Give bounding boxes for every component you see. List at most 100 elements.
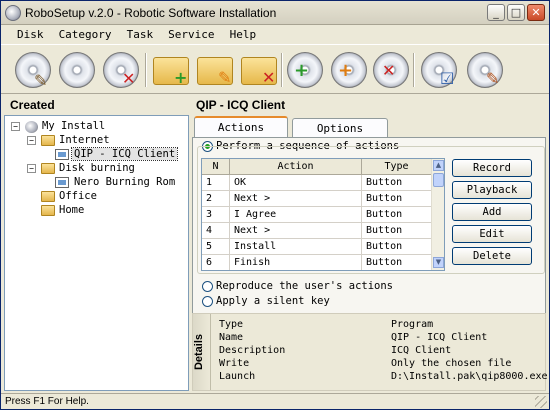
menu-disk[interactable]: Disk — [17, 25, 44, 41]
menu-task[interactable]: Task — [127, 25, 154, 41]
table-row[interactable]: 4 Next > Button — [202, 223, 432, 239]
task-tabs: Actions Options — [192, 116, 546, 138]
details-key: Type — [219, 319, 244, 330]
tree-item-internet[interactable]: − Internet — [27, 134, 177, 148]
cell-n: 5 — [202, 239, 230, 255]
tree-item-office[interactable]: Office — [41, 190, 161, 204]
table-scrollbar[interactable]: ▲ ▼ — [431, 159, 444, 270]
details-side-tab[interactable]: Details — [193, 314, 211, 390]
window-title: RoboSetup v.2.0 - Robotic Software Insta… — [25, 6, 277, 20]
actions-table[interactable]: N Action Type 1 OK Button 2 Next > Butto… — [201, 158, 445, 271]
tree-item-qip[interactable]: QIP - ICQ Client — [55, 147, 185, 162]
playback-button[interactable]: Playback — [452, 181, 532, 199]
cell-n: 1 — [202, 175, 230, 191]
category-add-icon[interactable]: + — [153, 57, 189, 86]
minimize-icon: _ — [493, 6, 499, 19]
folder-icon — [41, 191, 55, 202]
created-header: Created — [4, 95, 189, 115]
table-row[interactable]: 3 I Agree Button — [202, 207, 432, 223]
radio-silent-key[interactable] — [202, 296, 213, 307]
tab-actions[interactable]: Actions — [194, 116, 288, 138]
scroll-down-icon[interactable]: ▼ — [433, 257, 444, 268]
close-button[interactable]: ✕ — [527, 4, 545, 21]
category-edit-icon[interactable]: ✎ — [197, 57, 233, 86]
add-button[interactable]: Add — [452, 203, 532, 221]
disk-icon — [25, 121, 38, 133]
maximize-icon: □ — [510, 6, 522, 19]
tree-item-disk-burning[interactable]: − Disk burning — [27, 162, 177, 176]
column-header-action[interactable]: Action — [230, 159, 362, 175]
details-key: Write — [219, 358, 250, 369]
details-key: Name — [219, 332, 244, 343]
cell-type: Button — [362, 191, 432, 207]
folder-icon — [41, 205, 55, 216]
radio-reproduce-actions[interactable] — [202, 281, 213, 292]
menu-help[interactable]: Help — [230, 25, 257, 41]
cell-type: Button — [362, 239, 432, 255]
cell-action: Next > — [230, 191, 362, 207]
app-window: RoboSetup v.2.0 - Robotic Software Insta… — [0, 0, 550, 410]
disk-record-icon[interactable]: ✎ — [467, 52, 503, 88]
disk-test-icon[interactable]: ☑ — [421, 52, 457, 88]
details-value: Program — [391, 319, 434, 330]
task-header: QIP - ICQ Client — [196, 98, 286, 112]
cell-action: Install — [230, 239, 362, 255]
cell-n: 6 — [202, 255, 230, 270]
cell-action: Next > — [230, 223, 362, 239]
install-tree[interactable]: − My Install − Internet QIP - ICQ Client… — [4, 115, 189, 391]
column-header-type[interactable]: Type — [362, 159, 432, 175]
delete-button[interactable]: Delete — [452, 247, 532, 265]
cell-action: Finish — [230, 255, 362, 270]
menu-bar: Disk Category Task Service Help — [1, 25, 549, 44]
program-icon — [55, 177, 69, 188]
task-delete-icon[interactable]: ✕ — [373, 52, 409, 88]
cell-type: Button — [362, 175, 432, 191]
toolbar-separator — [413, 53, 415, 87]
details-value: Only the chosen file — [391, 358, 512, 369]
resize-grip-icon[interactable] — [535, 396, 547, 408]
edit-button[interactable]: Edit — [452, 225, 532, 243]
collapse-icon[interactable]: − — [27, 164, 36, 173]
table-row[interactable]: 1 OK Button — [202, 175, 432, 191]
table-row[interactable]: 2 Next > Button — [202, 191, 432, 207]
cell-n: 4 — [202, 223, 230, 239]
tree-label: QIP - ICQ Client — [70, 147, 179, 161]
close-icon: ✕ — [531, 6, 541, 19]
record-button[interactable]: Record — [452, 159, 532, 177]
column-header-n[interactable]: N — [202, 159, 230, 175]
menu-category[interactable]: Category — [59, 25, 112, 41]
tree-item-my-install[interactable]: − My Install — [11, 120, 181, 134]
details-panel: Details Type Program Name QIP - ICQ Clie… — [192, 313, 548, 391]
collapse-icon[interactable]: − — [11, 122, 20, 131]
created-pane: Created − My Install − Internet QIP - IC… — [4, 95, 189, 391]
table-row[interactable]: 5 Install Button — [202, 239, 432, 255]
disk-properties-icon[interactable]: ✎ — [15, 52, 51, 89]
title-bar[interactable]: RoboSetup v.2.0 - Robotic Software Insta… — [1, 1, 549, 25]
cell-n: 2 — [202, 191, 230, 207]
details-key: Launch — [219, 371, 256, 382]
cell-action: I Agree — [230, 207, 362, 223]
folder-icon — [41, 163, 55, 174]
menu-service[interactable]: Service — [168, 25, 214, 41]
cell-action: OK — [230, 175, 362, 191]
collapse-icon[interactable]: − — [27, 136, 36, 145]
category-delete-icon[interactable]: ✕ — [241, 57, 277, 86]
minimize-button[interactable]: _ — [487, 4, 505, 21]
table-row[interactable]: 6 Finish Button — [202, 255, 432, 270]
task-add-icon[interactable]: + — [287, 52, 323, 88]
tree-label: Home — [59, 204, 85, 216]
radio-reproduce-actions-label: Reproduce the user's actions — [216, 280, 394, 292]
tree-item-nero[interactable]: Nero Burning Rom — [55, 176, 185, 190]
toolbar-separator — [145, 53, 147, 87]
scroll-up-icon[interactable]: ▲ — [433, 160, 444, 171]
details-key: Description — [219, 345, 286, 356]
disk-icon[interactable] — [59, 52, 95, 88]
tab-options[interactable]: Options — [292, 118, 388, 138]
task-edit-icon[interactable]: + — [331, 52, 367, 88]
cell-type: Button — [362, 255, 432, 270]
scroll-thumb[interactable] — [433, 173, 444, 187]
disk-delete-icon[interactable]: ✕ — [103, 52, 139, 88]
maximize-button[interactable]: □ — [507, 4, 525, 21]
toolbar-separator — [281, 53, 283, 87]
tree-item-home[interactable]: Home — [41, 204, 161, 218]
